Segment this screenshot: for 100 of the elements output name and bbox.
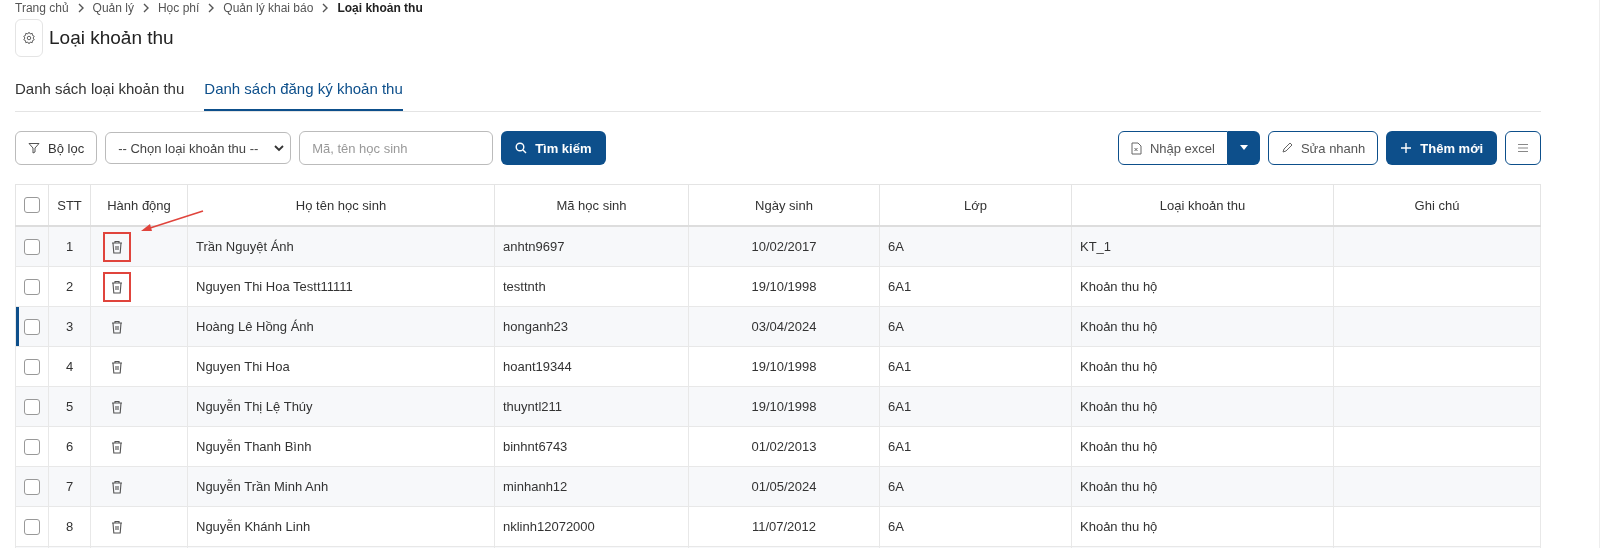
- table-cell: 01/02/2013: [751, 439, 817, 454]
- breadcrumb-link[interactable]: Quản lý: [92, 1, 134, 15]
- column-header: Mã học sinh: [556, 197, 627, 213]
- column-header: STT: [57, 197, 82, 213]
- table-cell: nklinh12072000: [503, 519, 595, 534]
- table-cell: 5: [65, 399, 74, 414]
- table-cell: Nguyễn Khánh Linh: [196, 519, 311, 534]
- column-header: Họ tên học sinh: [295, 197, 387, 213]
- file-icon: [1130, 141, 1142, 155]
- breadcrumb-link[interactable]: Loại khoản thu: [337, 1, 423, 15]
- checkbox[interactable]: [24, 478, 40, 495]
- pencil-icon: [1280, 142, 1293, 154]
- checkbox[interactable]: [24, 398, 40, 415]
- checkbox[interactable]: [24, 238, 40, 255]
- table-cell: testtnth: [503, 279, 546, 294]
- menu-button[interactable]: [1505, 131, 1541, 165]
- column-header: Ghi chú: [1414, 197, 1460, 213]
- tab[interactable]: Danh sách loại khoản thu: [15, 74, 185, 111]
- column-header: Loại khoản thu: [1159, 197, 1246, 213]
- search-button[interactable]: Tìm kiếm: [501, 131, 606, 165]
- table-cell: Khoản thu hộ: [1080, 359, 1158, 374]
- trash-icon: [111, 439, 123, 454]
- checkbox[interactable]: [24, 318, 40, 335]
- column-header: Lớp: [964, 197, 987, 213]
- checkbox[interactable]: [24, 358, 40, 375]
- table-cell: hoant19344: [503, 359, 572, 374]
- gear-icon: [22, 31, 36, 45]
- table-cell: Trần Nguyệt Ánh: [196, 239, 294, 254]
- table-cell: 2: [65, 279, 74, 294]
- chevron-icon: [141, 3, 150, 13]
- table-cell: 6A: [888, 319, 904, 334]
- table-cell: Khoản thu hộ: [1080, 279, 1158, 294]
- chevron-icon: [274, 144, 285, 152]
- table-cell: Khoản thu hộ: [1080, 439, 1158, 454]
- breadcrumb-link[interactable]: Học phí: [157, 1, 200, 15]
- trash-icon: [111, 319, 123, 334]
- table-cell: 7: [65, 479, 74, 494]
- table-cell: 4: [65, 359, 74, 374]
- column-header: Ngày sinh: [755, 197, 813, 213]
- table-cell: 1: [65, 239, 74, 254]
- delete-button[interactable]: [103, 231, 131, 262]
- search-field[interactable]: Mã, tên học sinh: [299, 131, 494, 165]
- checkbox[interactable]: [24, 278, 40, 295]
- caret-icon: [1238, 145, 1249, 151]
- table-cell: 19/10/1998: [751, 279, 817, 294]
- table-cell: 6A1: [888, 279, 912, 294]
- table-cell: 03/04/2024: [751, 319, 817, 334]
- table-cell: 01/05/2024: [751, 479, 817, 494]
- table-cell: 11/07/2012: [751, 519, 817, 534]
- dropdown-button[interactable]: [1227, 131, 1260, 165]
- table-cell: 19/10/1998: [751, 399, 817, 414]
- table-cell: 6: [65, 439, 74, 454]
- column-header: Hành động: [107, 197, 171, 213]
- settings-button[interactable]: [15, 19, 43, 57]
- trash-icon: [111, 479, 123, 494]
- table-cell: Nguyễn Trần Minh Anh: [196, 479, 329, 494]
- table-cell: Khoản thu hộ: [1080, 479, 1158, 494]
- table-cell: 6A1: [888, 399, 912, 414]
- table-cell: 3: [65, 319, 74, 334]
- delete-button[interactable]: [103, 271, 131, 302]
- table-cell: binhnt6743: [503, 439, 568, 454]
- table-cell: 8: [65, 519, 74, 534]
- table-cell: 10/02/2017: [751, 239, 817, 254]
- trash-icon: [111, 279, 123, 294]
- table-cell: 6A1: [888, 439, 912, 454]
- table-cell: Nguyen Thi Hoa: [196, 359, 290, 374]
- import-excel-button[interactable]: Nhập excel: [1117, 131, 1228, 165]
- table-cell: 6A: [888, 239, 904, 254]
- tab[interactable]: Danh sách đăng ký khoản thu: [204, 74, 403, 111]
- trash-icon: [111, 239, 123, 254]
- table-cell: thuyntl211: [503, 399, 563, 414]
- table-cell: Khoản thu hộ: [1080, 319, 1158, 334]
- table-cell: 6A1: [888, 359, 912, 374]
- table-cell: anhtn9697: [503, 239, 565, 254]
- table-cell: 6A: [888, 479, 904, 494]
- table-cell: Nguyễn Thị Lệ Thúy: [196, 399, 313, 414]
- add-new-button[interactable]: Thêm mới: [1386, 131, 1497, 165]
- category-select[interactable]: -- Chọn loại khoản thu --: [105, 132, 292, 164]
- breadcrumb-link[interactable]: Quản lý khai báo: [223, 1, 314, 15]
- chevron-icon: [207, 3, 216, 13]
- search-icon: [515, 142, 528, 154]
- checkbox[interactable]: [24, 518, 40, 535]
- table-cell: Khoản thu hộ: [1080, 399, 1158, 414]
- filter-icon: [28, 142, 40, 154]
- table-cell: 19/10/1998: [751, 359, 817, 374]
- table-cell: honganh23: [503, 319, 569, 334]
- chevron-icon: [76, 3, 85, 13]
- trash-icon: [111, 399, 123, 414]
- trash-icon: [111, 519, 123, 534]
- table-cell: Hoàng Lê Hồng Ánh: [196, 319, 314, 334]
- table-cell: Nguyễn Thanh Bình: [196, 439, 312, 454]
- plus-icon: [1400, 142, 1413, 154]
- table-cell: Khoản thu hộ: [1080, 519, 1158, 534]
- checkbox[interactable]: [24, 438, 40, 455]
- checkbox[interactable]: [24, 197, 40, 214]
- breadcrumb-link[interactable]: Trang chủ: [15, 1, 69, 15]
- table-cell: KT_1: [1080, 239, 1112, 254]
- trash-icon: [111, 359, 123, 374]
- filter-button[interactable]: Bộ lọc: [15, 131, 98, 165]
- quick-edit-button[interactable]: Sửa nhanh: [1267, 131, 1379, 165]
